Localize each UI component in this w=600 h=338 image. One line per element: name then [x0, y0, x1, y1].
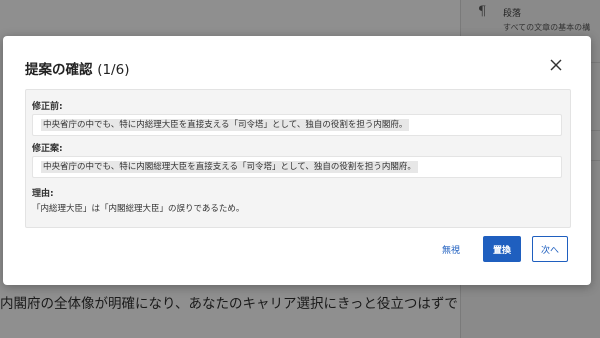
panel-item-title: 段落: [503, 9, 522, 19]
next-button[interactable]: 次へ: [532, 236, 568, 262]
panel-item-description: すべての文章の基本の構: [503, 23, 591, 32]
reason-label: 理由:: [32, 189, 54, 199]
after-text: 中央省庁の中でも、特に内閣総理大臣を直接支える「司令塔」として、独自の役割を担う…: [41, 161, 418, 173]
close-button[interactable]: [547, 56, 565, 74]
dialog-title: 提案の確認 (1/6): [25, 58, 129, 78]
suggestion-review-dialog: 提案の確認 (1/6) 修正前: 中央省庁の中でも、特に内総理大臣を直接支える「…: [3, 36, 591, 285]
pilcrow-icon: ¶: [478, 4, 487, 19]
suggestion-count: (1/6): [97, 62, 130, 78]
reason-text: 「内総理大臣」は「内閣総理大臣」の誤りであるため。: [32, 204, 245, 214]
after-field: 中央省庁の中でも、特に内閣総理大臣を直接支える「司令塔」として、独自の役割を担う…: [32, 156, 562, 178]
ignore-button[interactable]: 無視: [442, 243, 460, 256]
close-icon: [550, 59, 562, 71]
comparison-box: 修正前: 中央省庁の中でも、特に内総理大臣を直接支える「司令塔」として、独自の役…: [25, 89, 571, 228]
dialog-title-text: 提案の確認: [25, 62, 93, 78]
replace-button[interactable]: 置換: [483, 236, 521, 262]
before-label: 修正前:: [32, 102, 63, 112]
before-text: 中央省庁の中でも、特に内総理大臣を直接支える「司令塔」として、独自の役割を担う内…: [41, 119, 410, 131]
editor-text-line: 内閣府の全体像が明確になり、あなたのキャリア選択にきっと役立つはずで: [0, 296, 458, 312]
after-label: 修正案:: [32, 144, 63, 154]
before-field: 中央省庁の中でも、特に内総理大臣を直接支える「司令塔」として、独自の役割を担う内…: [32, 114, 562, 136]
